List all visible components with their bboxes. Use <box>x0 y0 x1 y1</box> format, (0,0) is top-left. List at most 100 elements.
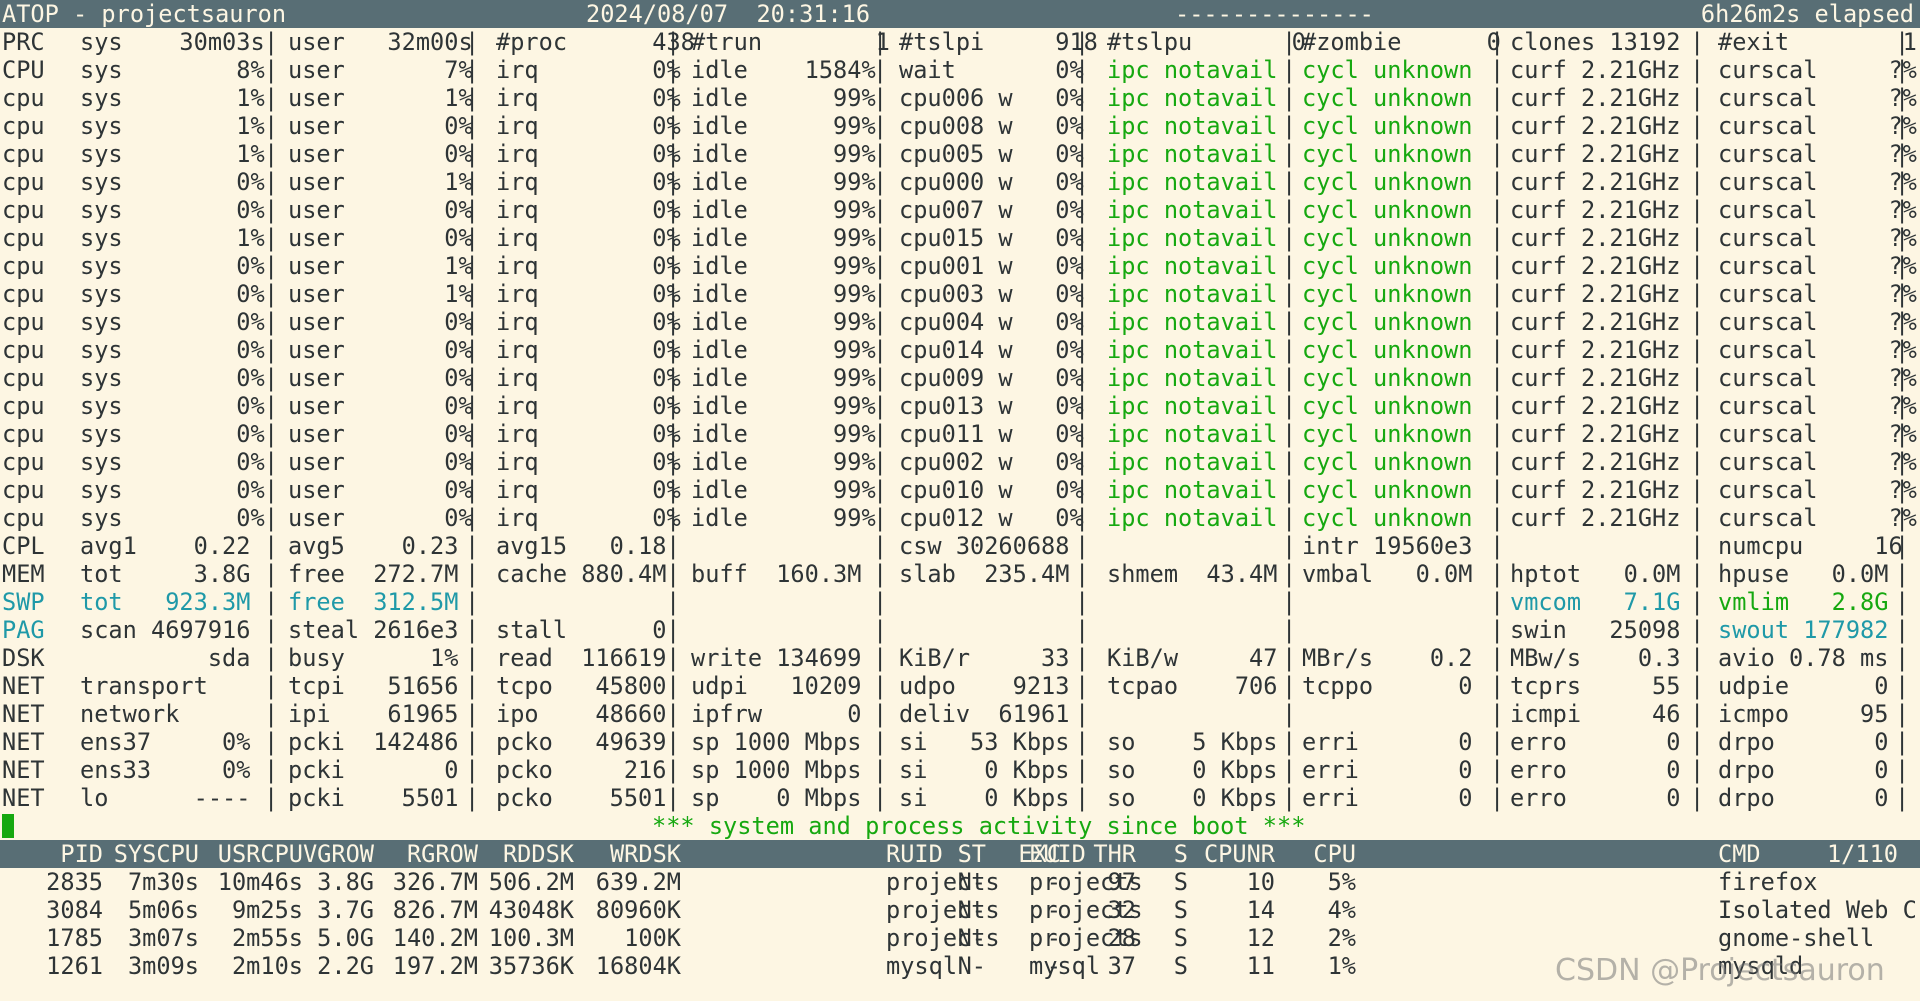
stat-cell: cycl unknown <box>1302 336 1473 364</box>
stat-cell: cpu015 w 0% <box>899 224 1084 252</box>
cell-thr: 97 <box>1107 868 1136 896</box>
column-separator: | <box>1895 56 1910 84</box>
stat-cell: erro 0 <box>1510 784 1681 812</box>
column-separator: | <box>1075 532 1090 560</box>
stat-cell: sys 0% <box>80 280 265 308</box>
stat-cell: MBw/s 0.3 <box>1510 644 1681 672</box>
column-separator: | <box>1490 140 1505 168</box>
column-separator: | <box>1490 448 1505 476</box>
stat-row-cpu: cpu sys 1% | user 0% | irq 0% | idle 99% | cpu015… <box>0 224 1920 252</box>
column-separator: | <box>1075 252 1090 280</box>
column-header-usrcpu[interactable]: USRCPU <box>218 840 303 868</box>
cell-usrcpu: 2m10s <box>231 952 303 980</box>
stat-cell: irq 0% <box>496 364 681 392</box>
stat-cell: udpo 9213 <box>899 672 1070 700</box>
stat-cell: cpu010 w 0% <box>899 476 1084 504</box>
column-separator: | <box>1690 448 1705 476</box>
stat-cell: idle 1584% <box>691 56 876 84</box>
host-title: ATOP - projectsauron <box>2 0 287 28</box>
column-separator: | <box>1490 168 1505 196</box>
stat-cell: #trun 1 <box>691 28 890 56</box>
column-separator: | <box>666 672 681 700</box>
row-label: NET <box>2 672 45 700</box>
terminal-cursor <box>2 814 14 838</box>
cell-vgrow: 3.7G <box>317 896 374 924</box>
stat-cell: idle 99% <box>691 196 876 224</box>
column-separator: | <box>1490 56 1505 84</box>
column-separator: | <box>1282 504 1297 532</box>
column-separator: | <box>1075 588 1090 616</box>
row-label: cpu <box>2 336 45 364</box>
column-header-rddsk[interactable]: RDDSK <box>503 840 574 868</box>
column-separator: | <box>465 140 480 168</box>
column-separator: | <box>873 336 888 364</box>
column-separator: | <box>1490 504 1505 532</box>
column-separator: | <box>1075 644 1090 672</box>
stat-cell: sys 1% <box>80 84 265 112</box>
column-separator: | <box>1282 448 1297 476</box>
column-separator: | <box>1895 308 1910 336</box>
stat-cell: cpu000 w 0% <box>899 168 1084 196</box>
stat-cell: drpo 0 <box>1718 756 1889 784</box>
column-header-syscpu[interactable]: SYSCPU <box>114 840 199 868</box>
column-header-st[interactable]: ST <box>958 840 986 868</box>
column-header-s[interactable]: S <box>1174 840 1188 868</box>
page-indicator: 1/110 <box>1826 840 1898 868</box>
stat-cell: erro 0 <box>1510 756 1681 784</box>
column-separator: | <box>1075 168 1090 196</box>
column-separator: | <box>1282 336 1297 364</box>
column-separator: | <box>1490 392 1505 420</box>
column-separator: | <box>1490 420 1505 448</box>
stat-cell: curf 2.21GHz <box>1510 392 1681 420</box>
column-separator: | <box>666 588 681 616</box>
cell-wrdsk: 80960K <box>595 896 681 924</box>
column-separator: | <box>1075 476 1090 504</box>
column-separator: | <box>1895 336 1910 364</box>
stat-cell: user 0% <box>288 364 473 392</box>
column-header-exc[interactable]: EXC <box>1018 840 1061 868</box>
column-header-cpunr[interactable]: CPUNR <box>1204 840 1275 868</box>
cell-rgrow: 197.2M <box>392 952 478 980</box>
column-header-rgrow[interactable]: RGROW <box>407 840 478 868</box>
column-header-wrdsk[interactable]: WRDSK <box>610 840 681 868</box>
column-header-cmd[interactable]: CMD <box>1718 840 1761 868</box>
column-separator: | <box>264 616 279 644</box>
stat-cell: idle 99% <box>691 168 876 196</box>
stat-cell: sys 0% <box>80 448 265 476</box>
stat-row-cpu: cpu sys 0% | user 1% | irq 0% | idle 99% | cpu001… <box>0 252 1920 280</box>
stat-row-cpu: cpu sys 0% | user 0% | irq 0% | idle 99% | cpu011… <box>0 420 1920 448</box>
stat-cell: swin 25098 <box>1510 616 1681 644</box>
column-separator: | <box>873 532 888 560</box>
process-row[interactable]: 2835 7m30s 10m46s 3.8G 326.7M 506.2M 639.2M pro… <box>0 868 1920 896</box>
stat-row-cpl: CPL avg1 0.22 | avg5 0.23 | avg15 0.18 | | csw 3… <box>0 532 1920 560</box>
column-separator: | <box>1895 588 1910 616</box>
stat-cell: user 0% <box>288 224 473 252</box>
column-header-thr[interactable]: THR <box>1093 840 1136 868</box>
stat-cell: pcko 5501 <box>496 784 667 812</box>
system-stats-panel: PRC sys 30m03s | user 32m00s | #proc 438 | #tru… <box>0 28 1920 812</box>
column-separator: | <box>465 420 480 448</box>
column-separator: | <box>1895 644 1910 672</box>
column-header-vgrow[interactable]: VGROW <box>303 840 374 868</box>
stat-cell: curscal ?% <box>1718 336 1917 364</box>
stat-cell: pcki 0 <box>288 756 459 784</box>
column-separator: | <box>465 588 480 616</box>
column-header-ruid[interactable]: RUID <box>886 840 943 868</box>
column-header-pid[interactable]: PID <box>60 840 103 868</box>
stat-cell: cycl unknown <box>1302 112 1473 140</box>
cell-wrdsk: 639.2M <box>595 868 681 896</box>
column-separator: | <box>1075 280 1090 308</box>
row-label: cpu <box>2 168 45 196</box>
stat-cell: vmcom 7.1G <box>1510 588 1681 616</box>
cell-syscpu: 5m06s <box>127 896 199 924</box>
column-separator: | <box>1895 476 1910 504</box>
stat-row-cpu: cpu sys 0% | user 0% | irq 0% | idle 99% | cpu014… <box>0 336 1920 364</box>
stat-cell: cycl unknown <box>1302 476 1473 504</box>
process-row[interactable]: 3084 5m06s 9m25s 3.7G 826.7M 43048K 80960K proj… <box>0 896 1920 924</box>
stat-cell: transport <box>80 672 251 700</box>
row-label: PAG <box>2 616 45 644</box>
column-header-cpu[interactable]: CPU <box>1313 840 1356 868</box>
column-separator: | <box>1075 700 1090 728</box>
process-row[interactable]: 1785 3m07s 2m55s 5.0G 140.2M 100.3M 100K projec… <box>0 924 1920 952</box>
cell-thr: 32 <box>1107 896 1136 924</box>
